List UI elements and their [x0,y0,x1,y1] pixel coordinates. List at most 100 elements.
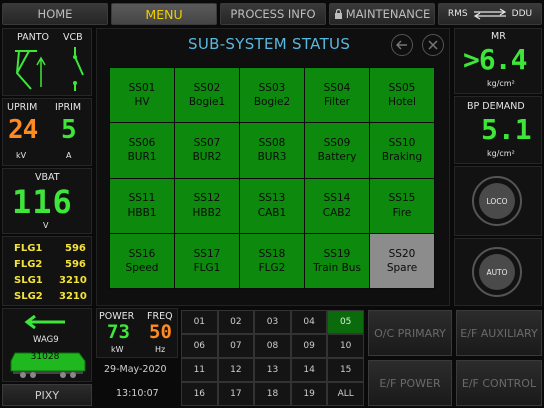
subsystem-code: SS14 [323,192,351,205]
subsystem-name: Hotel [388,96,416,109]
subsystem-name: BUR2 [192,151,222,164]
panto-vcb-panel: PANTO VCB [2,28,92,96]
subsystem-tile[interactable]: SS18 FLG2 [240,233,304,288]
flag-name: SLG1 [14,275,43,286]
mr-panel: MR >6.4 kg/cm² [454,28,542,94]
ddu-label: DDU [511,9,533,19]
subsystem-tile[interactable]: SS02 Bogie1 [175,68,239,123]
subsystem-tile[interactable]: SS08 BUR3 [240,123,304,178]
number-cell[interactable]: 14 [290,358,328,382]
subsystem-tile[interactable]: SS06 BUR1 [110,123,174,178]
subsystem-name: Battery [317,151,357,164]
auto-button-panel: AUTO [454,238,542,306]
subsystem-name: Speed [125,261,159,274]
number-cell[interactable]: 15 [327,358,364,382]
auto-button[interactable]: AUTO [472,247,522,297]
ef-auxiliary-label: E/F AUXILIARY [460,326,538,340]
number-cell[interactable]: 17 [217,382,255,406]
loco-class: WAG9 [33,335,59,345]
tab-process-info[interactable]: PROCESS INFO [220,3,326,25]
subsystem-name: FLG1 [193,261,221,274]
loco-button[interactable]: LOCO [472,176,522,226]
number-cell[interactable]: ALL [327,382,364,406]
number-cell[interactable]: 04 [290,310,328,334]
number-cell[interactable]: 18 [254,382,291,406]
subsystem-code: SS01 [128,81,156,94]
number-cell[interactable]: 13 [254,358,291,382]
power-unit: kW [111,345,124,354]
subsystem-tile[interactable]: SS05 Hotel [370,68,434,123]
bp-demand-unit: kg/cm² [487,149,515,158]
uprim-label: UPRIM [7,102,38,113]
number-cell[interactable]: 08 [254,334,291,358]
subsystem-tile[interactable]: SS09 Battery [305,123,369,178]
ef-control-button[interactable]: E/F CONTROL [456,360,542,406]
loco-button-label: LOCO [479,183,515,219]
pixy-button[interactable]: PIXY [2,384,92,406]
tab-home[interactable]: HOME [2,3,108,25]
number-cell[interactable]: 01 [181,310,218,334]
subsystem-code: SS09 [323,137,351,150]
subsystem-tile[interactable]: SS15 Fire [370,178,434,233]
flag-value: 596 [65,259,86,270]
subsystem-code: SS16 [128,247,156,260]
tab-maintenance[interactable]: MAINTENANCE [329,3,435,25]
subsystem-tile[interactable]: SS03 Bogie2 [240,68,304,123]
subsystem-tile[interactable]: SS16 Speed [110,233,174,288]
number-cell[interactable]: 12 [217,358,255,382]
tab-menu[interactable]: MENU [111,3,217,25]
number-cell[interactable]: 02 [217,310,255,334]
bp-demand-value: 5.1 [481,113,532,146]
subsystem-name: HV [134,96,150,109]
subsystem-code: SS13 [258,192,286,205]
subsystem-name: Fire [392,206,412,219]
ef-auxiliary-button[interactable]: E/F AUXILIARY [456,310,542,356]
back-button[interactable] [391,34,413,56]
subsystem-tile[interactable]: SS19 Train Bus [305,233,369,288]
uprim-value: 24 [8,115,38,145]
subsystem-name: Train Bus [313,261,361,274]
subsystem-tile[interactable]: SS17 FLG1 [175,233,239,288]
number-cell[interactable]: 09 [290,334,328,358]
number-cell[interactable]: 05 [327,310,364,334]
flag-counters-panel: FLG1 596 FLG2 596 SLG1 3210 SLG2 3210 [2,236,92,306]
oc-primary-button[interactable]: O/C PRIMARY [368,310,452,356]
number-cell[interactable]: 06 [181,334,218,358]
subsystem-tile[interactable]: SS07 BUR2 [175,123,239,178]
subsystem-tile[interactable]: SS14 CAB2 [305,178,369,233]
number-cell[interactable]: 19 [290,382,328,406]
subsystem-tile[interactable]: SS04 Filter [305,68,369,123]
subsystem-tile[interactable]: SS01 HV [110,68,174,123]
mr-value: >6.4 [463,43,527,76]
tab-process-info-label: PROCESS INFO [230,7,316,21]
number-cell[interactable]: 11 [181,358,218,382]
subsystem-code: SS19 [323,247,351,260]
subsystem-tile[interactable]: SS12 HBB2 [175,178,239,233]
subsystem-code: SS11 [128,192,156,205]
freq-value: 50 [149,321,172,343]
number-cell[interactable]: 10 [327,334,364,358]
close-icon [428,40,438,50]
vcb-label: VCB [63,32,83,43]
subsystem-name: CAB1 [257,206,287,219]
subsystem-grid: SS01 HV SS02 Bogie1 SS03 Bogie2 SS04 Filter SS05… [109,67,435,289]
loco-panel: WAG9 31028 [2,308,92,382]
tab-maintenance-label: MAINTENANCE [345,7,431,21]
flag-value: 3210 [59,291,87,302]
subsystem-tile[interactable]: SS11 HBB1 [110,178,174,233]
subsystem-tile[interactable]: SS13 CAB1 [240,178,304,233]
vbat-panel: VBAT 116 V [2,168,92,234]
power-value: 73 [107,321,130,343]
subsystem-tile[interactable]: SS20 Spare [370,233,434,288]
number-cell[interactable]: 16 [181,382,218,406]
ef-power-button[interactable]: E/F POWER [368,360,452,406]
close-button[interactable] [422,34,444,56]
number-cell[interactable]: 03 [254,310,291,334]
flag-name: FLG1 [14,243,43,254]
ef-control-label: E/F CONTROL [461,376,537,390]
iprim-value: 5 [61,115,77,145]
subsystem-tile[interactable]: SS10 Braking [370,123,434,178]
number-cell[interactable]: 07 [217,334,255,358]
rms-ddu-switch[interactable]: RMS DDU [438,3,542,25]
loco-number: 31028 [30,352,60,362]
